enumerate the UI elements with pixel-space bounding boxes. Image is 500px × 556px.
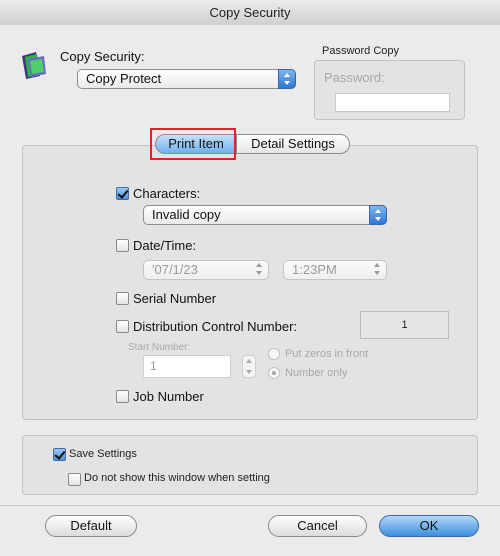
date-value: '07/1/23 [152, 262, 198, 277]
number-only-radio[interactable] [268, 367, 280, 379]
copy-security-label: Copy Security: [60, 49, 145, 64]
job-number-label: Job Number [133, 389, 204, 404]
cancel-button[interactable]: Cancel [268, 515, 367, 537]
characters-checkbox[interactable] [116, 187, 129, 200]
distribution-number-value: 1 [401, 319, 408, 331]
distribution-label: Distribution Control Number: [133, 319, 298, 334]
password-copy-group-label: Password Copy [322, 45, 400, 57]
characters-label: Characters: [133, 186, 201, 201]
window-title-bar: Copy Security [0, 0, 500, 26]
distribution-checkbox[interactable] [116, 320, 129, 333]
popup-arrows-icon [369, 205, 387, 225]
popup-arrows-icon [278, 69, 296, 89]
copy-security-select[interactable]: Copy Protect [77, 69, 296, 89]
copy-security-icon [20, 50, 48, 80]
highlight-box [150, 128, 236, 160]
password-label: Password: [324, 70, 385, 85]
characters-select[interactable]: Invalid copy [143, 205, 387, 225]
number-only-label: Number only [285, 367, 348, 379]
cancel-button-label: Cancel [297, 518, 338, 533]
date-select[interactable]: '07/1/23 [143, 260, 269, 280]
datetime-label: Date/Time: [133, 238, 197, 253]
settings-panel [22, 435, 478, 495]
time-select[interactable]: 1:23PM [283, 260, 387, 280]
zeros-in-front-radio[interactable] [268, 348, 280, 360]
dont-show-label: Do not show this window when setting [84, 472, 270, 484]
distribution-number-field[interactable]: 1 [360, 311, 449, 339]
start-number-stepper[interactable] [242, 355, 256, 378]
ok-button[interactable]: OK [379, 515, 479, 537]
save-settings-checkbox[interactable] [53, 448, 66, 461]
tab-detail-settings-label: Detail Settings [251, 136, 335, 151]
zeros-in-front-label: Put zeros in front [285, 348, 369, 360]
dont-show-checkbox[interactable] [68, 473, 81, 486]
divider [0, 505, 500, 506]
password-field[interactable] [335, 93, 450, 112]
start-number-value: 1 [150, 359, 157, 373]
default-button-label: Default [70, 518, 112, 533]
tab-detail-settings[interactable]: Detail Settings [236, 134, 350, 154]
datetime-checkbox[interactable] [116, 239, 129, 252]
window-title: Copy Security [209, 5, 291, 20]
default-button[interactable]: Default [45, 515, 137, 537]
ok-button-label: OK [419, 518, 439, 533]
time-value: 1:23PM [292, 262, 337, 277]
stepper-arrows-icon [369, 260, 387, 280]
serial-number-checkbox[interactable] [116, 292, 129, 305]
job-number-checkbox[interactable] [116, 390, 129, 403]
save-settings-label: Save Settings [69, 448, 137, 460]
stepper-arrows-icon [251, 260, 269, 280]
copy-security-value: Copy Protect [86, 71, 162, 86]
start-number-label: Start Number: [128, 342, 191, 353]
serial-number-label: Serial Number [133, 291, 217, 306]
start-number-field[interactable]: 1 [143, 355, 231, 378]
characters-value: Invalid copy [152, 207, 221, 222]
